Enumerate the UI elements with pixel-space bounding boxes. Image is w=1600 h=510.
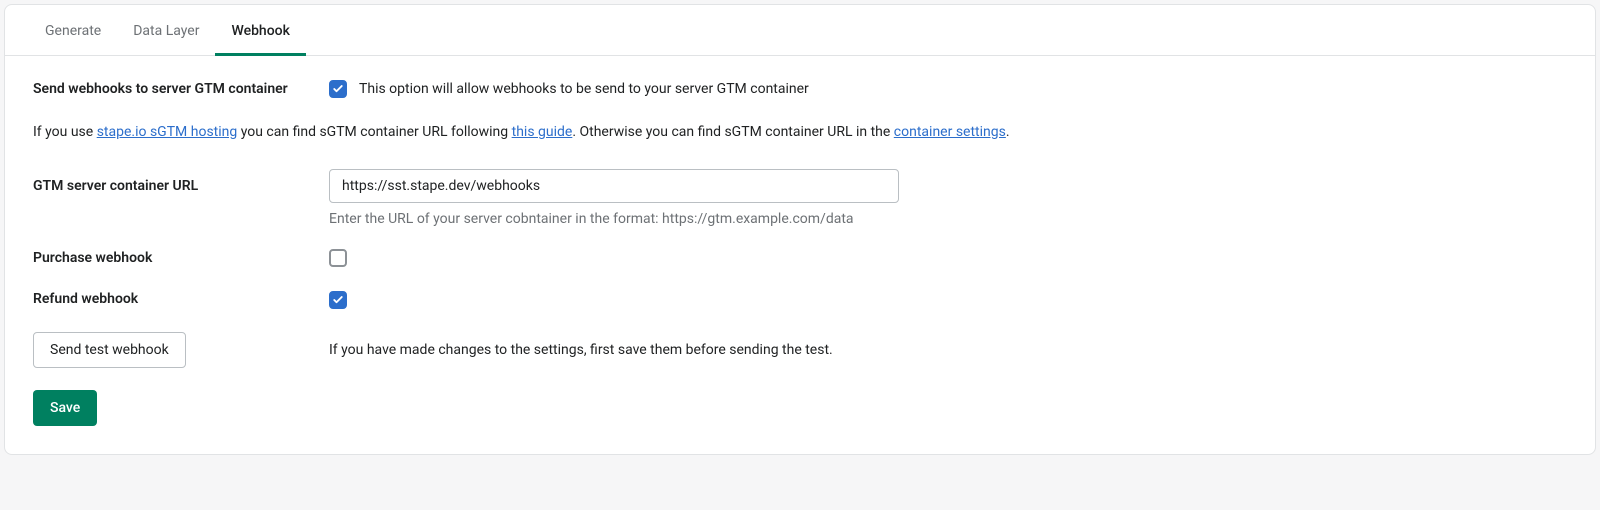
- tabs: Generate Data Layer Webhook: [5, 5, 1595, 56]
- settings-card: Generate Data Layer Webhook Send webhook…: [4, 4, 1596, 455]
- send-webhooks-description: This option will allow webhooks to be se…: [359, 81, 809, 97]
- send-webhooks-label: Send webhooks to server GTM container: [33, 80, 329, 100]
- this-guide-link[interactable]: this guide: [512, 124, 573, 140]
- tab-content: Send webhooks to server GTM container Th…: [5, 56, 1595, 454]
- send-webhooks-checkbox[interactable]: [329, 80, 347, 98]
- refund-webhook-label: Refund webhook: [33, 290, 329, 310]
- tab-generate[interactable]: Generate: [29, 5, 117, 55]
- container-url-hint: Enter the URL of your server cobntainer …: [329, 211, 1567, 227]
- send-webhooks-row: Send webhooks to server GTM container Th…: [33, 80, 1567, 100]
- container-url-row: GTM server container URL Enter the URL o…: [33, 169, 1567, 227]
- save-button[interactable]: Save: [33, 390, 97, 426]
- check-icon: [332, 83, 344, 95]
- test-webhook-row: Send test webhook If you have made chang…: [33, 332, 1567, 368]
- help-text: If you use stape.io sGTM hosting you can…: [33, 122, 1567, 143]
- tab-data-layer[interactable]: Data Layer: [117, 5, 215, 55]
- container-url-input[interactable]: [329, 169, 899, 203]
- help-text-part: . Otherwise you can find sGTM container …: [572, 124, 893, 140]
- purchase-webhook-label: Purchase webhook: [33, 249, 329, 269]
- tab-webhook[interactable]: Webhook: [215, 5, 305, 55]
- send-test-webhook-button[interactable]: Send test webhook: [33, 332, 186, 368]
- check-icon: [332, 294, 344, 306]
- test-webhook-note: If you have made changes to the settings…: [329, 342, 833, 358]
- help-text-part: If you use: [33, 124, 97, 140]
- purchase-webhook-checkbox[interactable]: [329, 249, 347, 267]
- container-url-label: GTM server container URL: [33, 169, 329, 197]
- purchase-webhook-row: Purchase webhook: [33, 249, 1567, 269]
- container-settings-link[interactable]: container settings: [894, 124, 1006, 140]
- refund-webhook-row: Refund webhook: [33, 290, 1567, 310]
- refund-webhook-checkbox[interactable]: [329, 291, 347, 309]
- help-text-part: .: [1006, 124, 1010, 140]
- stape-hosting-link[interactable]: stape.io sGTM hosting: [97, 124, 238, 140]
- help-text-part: you can find sGTM container URL followin…: [237, 124, 511, 140]
